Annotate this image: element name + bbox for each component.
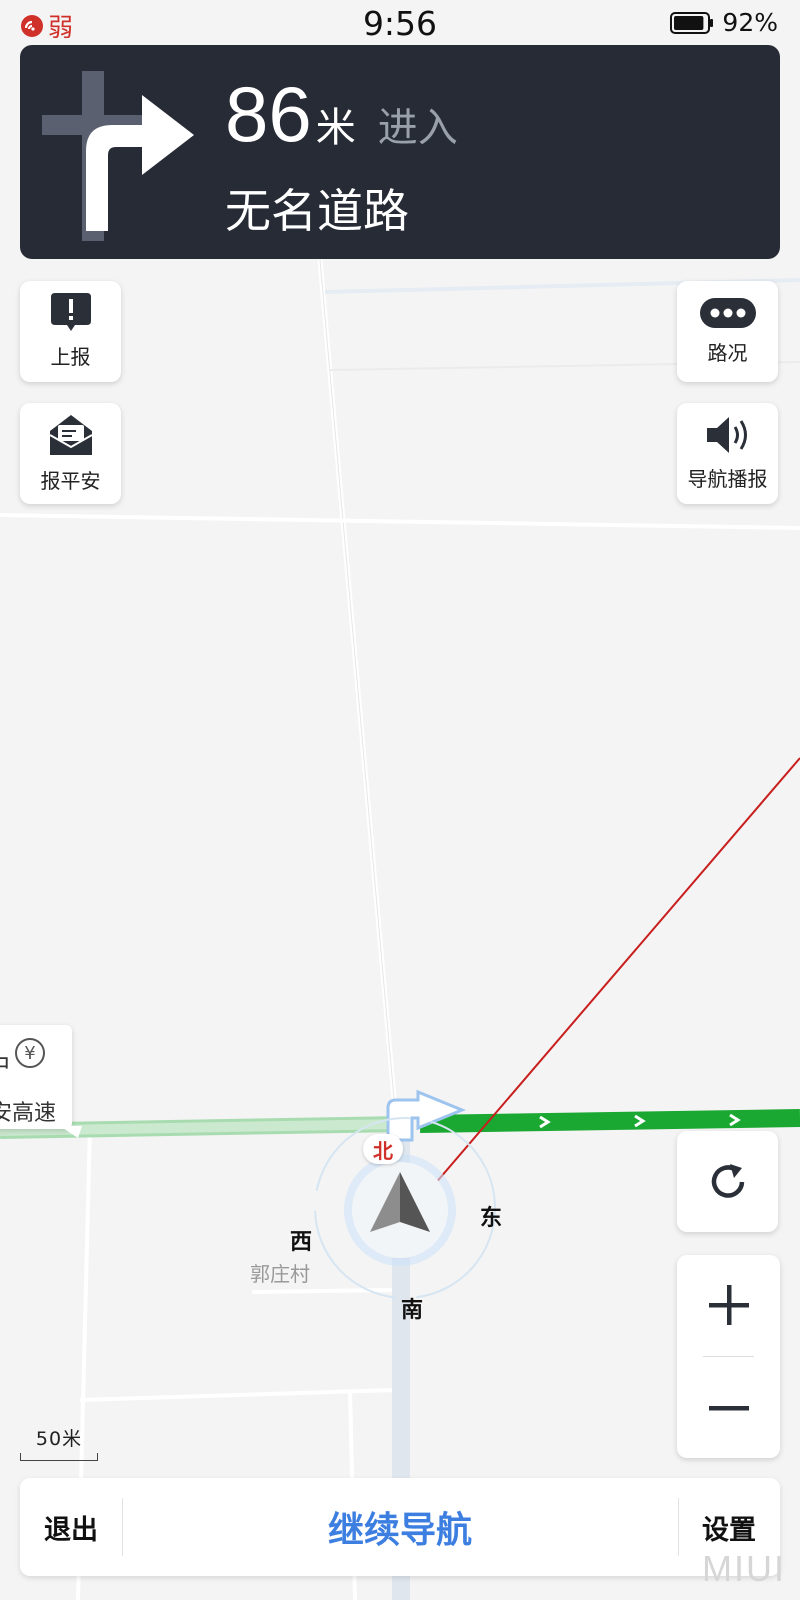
voice-broadcast-label: 导航播报 bbox=[687, 467, 768, 491]
safety-envelope-icon bbox=[49, 415, 92, 455]
poi-top-label: 中 bbox=[0, 1045, 10, 1080]
traffic-button[interactable]: 路况 bbox=[677, 281, 778, 382]
compass-south: 南 bbox=[401, 1298, 424, 1323]
distance-action: 进入 bbox=[377, 105, 458, 151]
compass-east: 东 bbox=[480, 1206, 503, 1231]
continue-navigation-button[interactable]: 继续导航 bbox=[122, 1478, 678, 1576]
refresh-icon bbox=[711, 1163, 744, 1198]
scale-label: 50米 bbox=[35, 1428, 83, 1450]
zoom-divider bbox=[703, 1356, 754, 1357]
compass-west: 西 bbox=[290, 1230, 313, 1255]
watermark-logo: MIUI bbox=[702, 1548, 786, 1589]
map-scale: 50米 bbox=[20, 1424, 98, 1461]
minus-icon bbox=[708, 1406, 749, 1411]
traffic-more-icon bbox=[699, 298, 756, 328]
svg-text:¥: ¥ bbox=[24, 1043, 35, 1064]
battery-percent: 92% bbox=[722, 8, 778, 37]
report-button[interactable]: 上报 bbox=[20, 281, 121, 382]
poi-pointer-icon bbox=[60, 1126, 82, 1138]
report-alert-icon bbox=[50, 293, 91, 331]
safety-button[interactable]: 报平安 bbox=[20, 403, 121, 504]
distance-unit: 米 bbox=[315, 105, 356, 151]
status-bar: 弱 9:56 92% bbox=[0, 0, 800, 44]
turn-right-arrow-icon bbox=[42, 71, 194, 241]
yuan-toll-icon: ¥ bbox=[15, 1038, 45, 1068]
road-name: 无名道路 bbox=[225, 184, 409, 238]
safety-label: 报平安 bbox=[40, 469, 101, 493]
refresh-route-button[interactable] bbox=[677, 1131, 778, 1232]
zoom-in-button[interactable] bbox=[677, 1255, 780, 1355]
distance-value: 86 bbox=[225, 70, 312, 158]
zoom-controls bbox=[677, 1255, 780, 1458]
turn-guidance-card[interactable]: 86 米 进入 无名道路 bbox=[20, 45, 780, 259]
voice-broadcast-button[interactable]: 导航播报 bbox=[677, 403, 778, 504]
speaker-icon bbox=[706, 417, 747, 453]
zoom-out-button[interactable] bbox=[677, 1358, 780, 1458]
battery-indicator: 92% bbox=[670, 8, 778, 37]
plus-icon bbox=[708, 1285, 749, 1325]
traffic-label: 路况 bbox=[707, 341, 748, 365]
village-label: 郭庄村 bbox=[250, 1262, 310, 1286]
scale-bar bbox=[20, 1453, 98, 1461]
report-label: 上报 bbox=[50, 345, 91, 369]
battery-icon bbox=[670, 11, 714, 34]
bottom-action-bar: 退出 继续导航 设置 bbox=[20, 1478, 780, 1576]
distance-row: 86 米 进入 bbox=[225, 75, 458, 153]
compass-north: 北 bbox=[363, 1134, 403, 1164]
poi-name: 安高速 bbox=[0, 1101, 57, 1126]
poi-marker[interactable]: 中 ¥ 安高速 bbox=[0, 1025, 72, 1129]
exit-button[interactable]: 退出 bbox=[20, 1478, 122, 1576]
